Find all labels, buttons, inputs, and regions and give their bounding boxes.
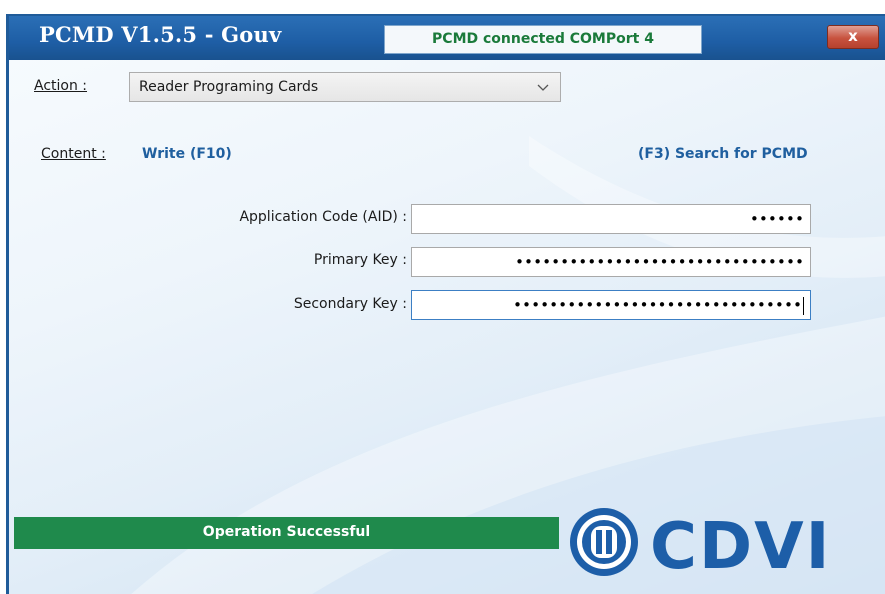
aid-label: Application Code (AID) : [239,209,407,225]
aid-field-value: •••••• [749,210,804,228]
primary-key-field-value: •••••••••••••••••••••••••••••••• [515,253,804,271]
app-title: PCMD V1.5.5 - Gouv [39,22,282,47]
primary-key-field[interactable]: •••••••••••••••••••••••••••••••• [411,247,811,277]
secondary-key-field[interactable]: •••••••••••••••••••••••••••••••• [411,290,811,320]
chevron-down-icon [537,84,549,91]
secondary-key-field-value: •••••••••••••••••••••••••••••••• [513,296,802,314]
operation-status-bar: Operation Successful [14,517,559,549]
cdvi-logo: CDVI [570,508,831,582]
connection-status: PCMD connected COMPort 4 [384,25,702,54]
action-select[interactable]: Reader Programing Cards [129,72,561,102]
content-label: Content : [41,146,106,162]
aid-field[interactable]: •••••• [411,204,811,234]
text-caret [803,296,804,315]
close-icon: x [848,27,858,45]
title-bar: PCMD V1.5.5 - Gouv PCMD connected COMPor… [9,16,885,60]
action-label: Action : [34,78,88,94]
cdvi-logo-text: CDVI [650,510,831,582]
search-pcmd-button[interactable]: (F3) Search for PCMD [638,146,808,162]
close-button[interactable]: x [827,25,879,49]
action-select-value: Reader Programing Cards [139,79,319,95]
pcmd-window: PCMD V1.5.5 - Gouv PCMD connected COMPor… [6,14,885,594]
write-mode-button[interactable]: Write (F10) [142,146,232,162]
primary-key-label: Primary Key : [313,252,407,268]
secondary-key-label: Secondary Key : [293,296,407,312]
